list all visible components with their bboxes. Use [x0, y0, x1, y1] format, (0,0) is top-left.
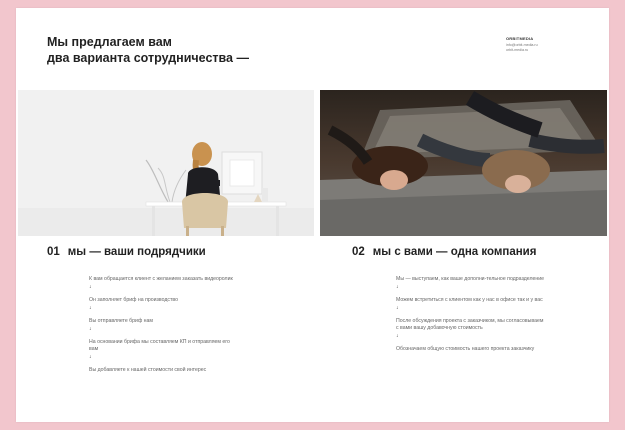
page-title: Мы предлагаем вам два варианта сотруднич… [47, 34, 347, 66]
brand-site: orbit-media.ru [506, 48, 529, 52]
section-2-steps: Мы — выступаем, как ваше дополни-тельное… [396, 276, 546, 353]
arrow-down-icon: ↓ [396, 305, 399, 311]
section-1-title: мы — ваши подрядчики [67, 246, 206, 258]
photo-woman-at-desk-illustration [18, 90, 314, 236]
photo-woman-at-desk [18, 90, 314, 236]
section-2-heading: 02 мы с вами — одна компания [352, 246, 536, 258]
arrow-down-icon: ↓ [89, 326, 92, 332]
photo-two-girls-on-car [320, 90, 607, 236]
step-text: После обсуждения проекта с заказчиком, м… [396, 318, 544, 331]
section-1-number: 01 [47, 246, 60, 258]
brand-block: ORBITMEDIA info@orbit-media.ru orbit-med… [506, 36, 586, 53]
step-text: Вы отправляете бриф нам [89, 318, 153, 324]
section-1-heading: 01 мы — ваши подрядчики [47, 246, 206, 258]
section-2-title: мы с вами — одна компания [372, 246, 537, 258]
step-text: Он заполняет бриф на производство [89, 297, 178, 303]
step-text: Вы добавляете к нашей стоимости свой инт… [89, 367, 207, 373]
arrow-down-icon: ↓ [89, 284, 92, 290]
title-line-1: Мы предлагаем вам [47, 35, 172, 49]
step-text: К вам обращается клиент с желанием заказ… [89, 276, 233, 282]
presentation-slide: Мы предлагаем вам два варианта сотруднич… [16, 8, 609, 422]
section-2-number: 02 [352, 246, 365, 258]
brand-name: ORBITMEDIA [506, 36, 534, 41]
arrow-down-icon: ↓ [396, 284, 399, 290]
step-text: На основании брифа мы составляем КП и от… [89, 339, 230, 352]
step-text: Мы — выступаем, как ваше дополни-тельное… [396, 276, 545, 282]
arrow-down-icon: ↓ [396, 333, 399, 339]
arrow-down-icon: ↓ [89, 305, 92, 311]
photo-two-girls-illustration [320, 90, 607, 236]
section-1-steps: К вам обращается клиент с желанием заказ… [89, 276, 239, 374]
step-text: Можем встретиться с клиентом как у нас в… [396, 297, 543, 303]
step-text: Обозначаем общую стоимость нашего проект… [396, 346, 535, 352]
arrow-down-icon: ↓ [89, 354, 92, 360]
title-line-2: два варианта сотрудничества — [47, 51, 249, 65]
